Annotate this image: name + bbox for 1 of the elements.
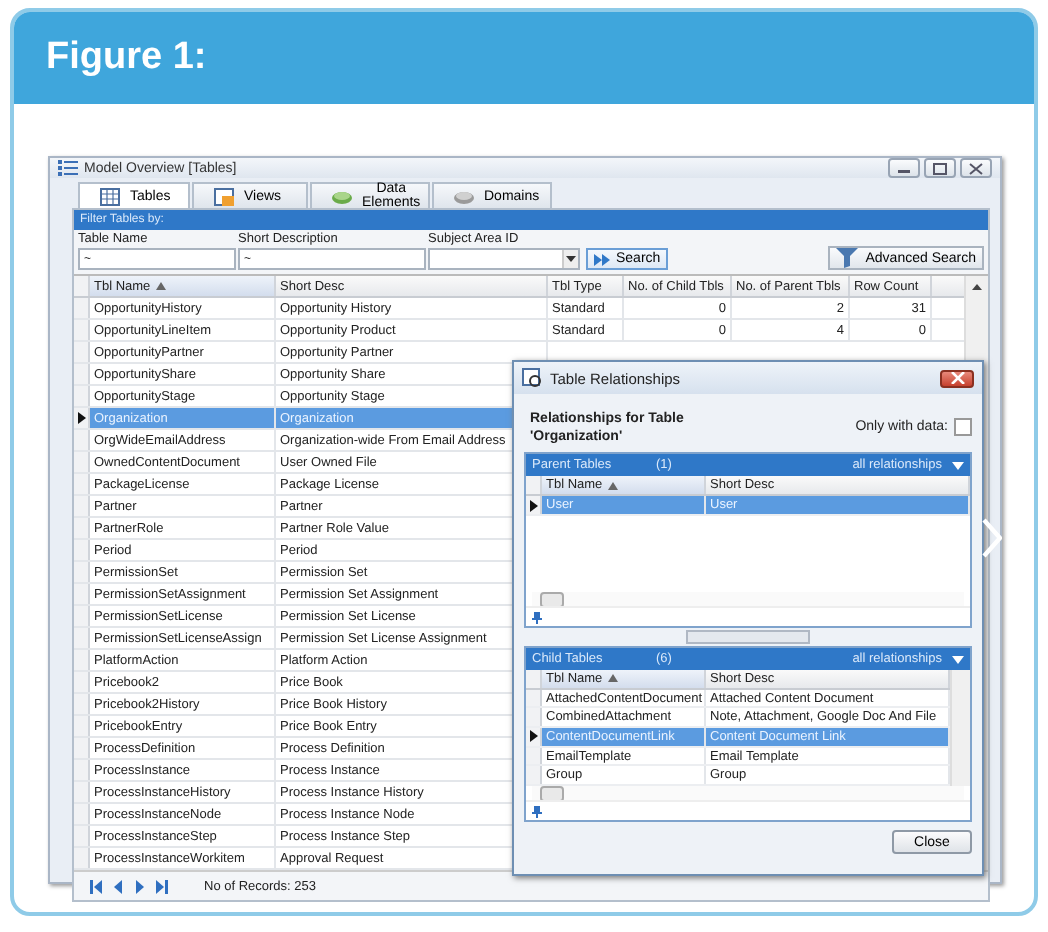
figure-title: Figure 1: xyxy=(46,36,207,80)
